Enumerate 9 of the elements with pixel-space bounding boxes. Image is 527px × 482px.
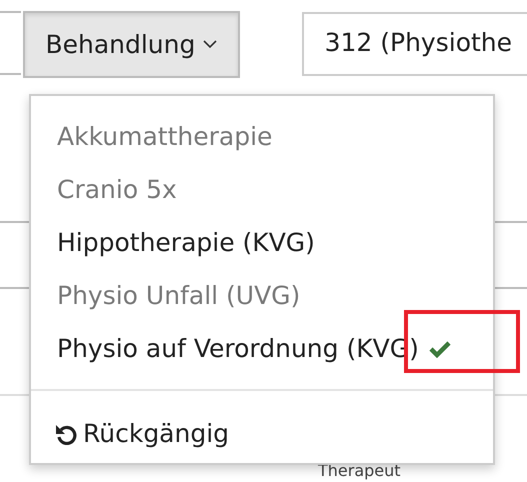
filter-button[interactable]: Behandlung — [23, 11, 240, 78]
undo-menu-item[interactable]: Rückgängig — [31, 407, 493, 460]
selection-field[interactable]: 312 (Physiothe — [302, 12, 527, 76]
column-label: Therapeut — [318, 463, 401, 479]
menu-item[interactable]: Hippotherapie (KVG) — [31, 216, 493, 269]
caret-icon — [203, 40, 218, 49]
undo-icon — [55, 422, 77, 444]
input-field[interactable] — [0, 11, 22, 75]
checkmark-icon — [428, 340, 451, 358]
